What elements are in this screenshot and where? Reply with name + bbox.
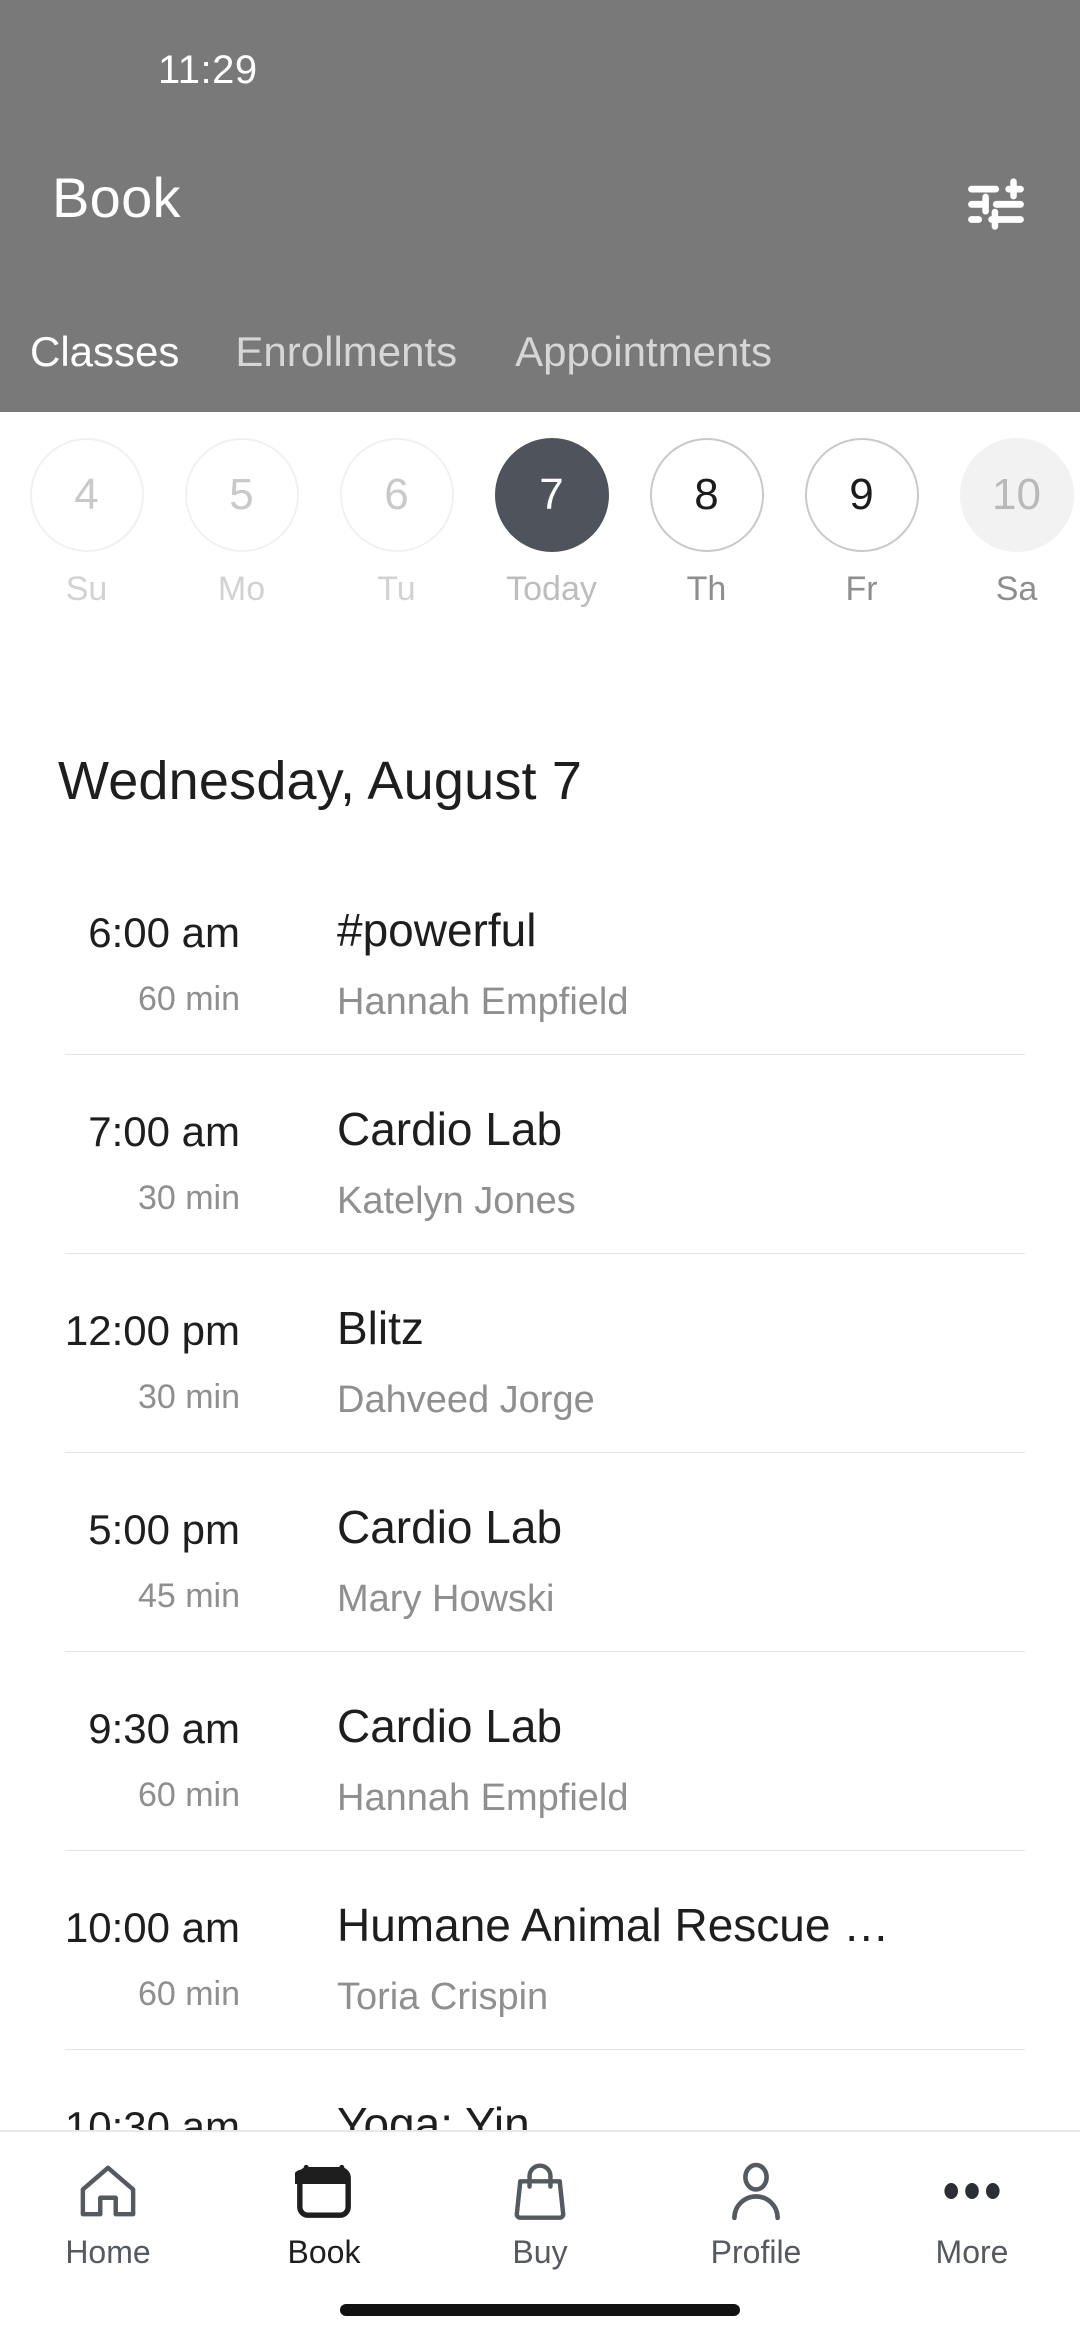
filter-sliders-icon <box>965 176 1027 232</box>
class-name: #powerful <box>337 904 537 956</box>
date-cell-9[interactable]: 9 Fr <box>784 438 939 609</box>
date-number: 8 <box>649 438 764 552</box>
date-weekday: Mo <box>217 570 266 608</box>
class-time: 10:00 am <box>64 1904 240 1951</box>
class-instructor: Katelyn Jones <box>337 1180 576 1222</box>
selected-day-heading: Wednesday, August 7 <box>58 751 583 811</box>
class-time: 5:00 pm <box>88 1506 240 1553</box>
home-icon <box>77 2158 139 2224</box>
class-name: Yoga: Yin <box>337 2098 530 2130</box>
class-name: Cardio Lab <box>337 1501 563 1553</box>
person-icon <box>726 2158 786 2224</box>
nav-label: More <box>935 2234 1009 2270</box>
nav-label: Profile <box>710 2234 802 2270</box>
class-duration: 60 min <box>137 980 240 1018</box>
class-list-item[interactable]: 12:00 pm 30 min Blitz Dahveed Jorge <box>0 1253 1080 1452</box>
class-list-item[interactable]: 7:00 am 30 min Cardio Lab Katelyn Jones <box>0 1054 1080 1253</box>
calendar-icon <box>295 2158 353 2224</box>
class-list-item[interactable]: 5:00 pm 45 min Cardio Lab Mary Howski <box>0 1452 1080 1651</box>
filter-button[interactable] <box>960 172 1032 236</box>
date-cell-6[interactable]: 6 Tu <box>319 438 474 609</box>
date-weekday: Su <box>65 570 108 608</box>
class-name: Cardio Lab <box>337 1700 563 1752</box>
app-header: 11:29 Book Classes Enrollments Appointme… <box>0 0 1080 412</box>
ellipsis-icon <box>942 2158 1002 2224</box>
class-instructor: Hannah Empfield <box>337 981 629 1023</box>
date-cell-7-selected[interactable]: 7 Today <box>474 438 629 609</box>
class-name: Humane Animal Rescue … <box>337 1899 890 1951</box>
date-strip-track: 4 Su 5 Mo 6 Tu 7 Today 8 Th 9 Fr 10 Sa <box>9 438 1080 609</box>
class-name: Cardio Lab <box>337 1103 563 1155</box>
nav-item-home[interactable]: Home <box>0 2132 216 2340</box>
class-list-item[interactable]: 10:30 am Yoga: Yin <box>0 2049 1080 2130</box>
date-number: 5 <box>184 438 299 552</box>
tab-bar: Classes Enrollments Appointments <box>0 292 1080 412</box>
nav-label: Home <box>65 2234 151 2270</box>
class-duration: 60 min <box>137 1776 240 1814</box>
class-instructor: Toria Crispin <box>337 1976 549 2018</box>
status-bar: 11:29 <box>0 0 1080 112</box>
class-list[interactable]: 6:00 am 60 min #powerful Hannah Empfield… <box>0 855 1080 2130</box>
tab-enrollments[interactable]: Enrollments <box>235 328 457 376</box>
date-number: 9 <box>804 438 919 552</box>
class-duration: 60 min <box>137 1975 240 2013</box>
shopping-bag-icon <box>511 2158 569 2224</box>
nav-label: Book <box>287 2234 361 2270</box>
home-indicator <box>340 2304 740 2316</box>
page-title: Book <box>52 166 181 229</box>
class-duration: 30 min <box>137 1378 240 1416</box>
class-list-item[interactable]: 10:00 am 60 min Humane Animal Rescue … T… <box>0 1850 1080 2049</box>
class-time: 12:00 pm <box>64 1307 240 1354</box>
class-time: 10:30 am <box>64 2103 240 2130</box>
date-cell-4[interactable]: 4 Su <box>9 438 164 609</box>
date-cell-8[interactable]: 8 Th <box>629 438 784 609</box>
class-duration: 30 min <box>137 1179 240 1217</box>
nav-item-more[interactable]: More <box>864 2132 1080 2340</box>
class-instructor: Dahveed Jorge <box>337 1379 595 1421</box>
class-instructor: Mary Howski <box>337 1578 555 1620</box>
date-weekday: Th <box>686 570 727 608</box>
date-number: 7 <box>494 438 609 552</box>
class-list-item[interactable]: 6:00 am 60 min #powerful Hannah Empfield <box>0 855 1080 1054</box>
class-instructor: Hannah Empfield <box>337 1777 629 1819</box>
date-weekday: Today <box>506 570 597 608</box>
date-weekday: Sa <box>995 570 1038 608</box>
date-cell-5[interactable]: 5 Mo <box>164 438 319 609</box>
class-time: 7:00 am <box>88 1108 240 1155</box>
bottom-navigation: Home Book Buy Profile More <box>0 2130 1080 2340</box>
date-number: 10 <box>959 438 1074 552</box>
class-time: 6:00 am <box>88 909 240 956</box>
date-strip[interactable]: 4 Su 5 Mo 6 Tu 7 Today 8 Th 9 Fr 10 Sa <box>0 412 1080 650</box>
class-name: Blitz <box>337 1302 424 1354</box>
nav-label: Buy <box>512 2234 568 2270</box>
status-bar-clock: 11:29 <box>158 48 258 92</box>
class-list-item[interactable]: 9:30 am 60 min Cardio Lab Hannah Empfiel… <box>0 1651 1080 1850</box>
tab-appointments[interactable]: Appointments <box>515 328 772 376</box>
tab-classes[interactable]: Classes <box>30 328 179 376</box>
date-number: 4 <box>29 438 144 552</box>
date-weekday: Tu <box>377 570 416 608</box>
class-duration: 45 min <box>137 1577 240 1615</box>
date-number: 6 <box>339 438 454 552</box>
date-weekday: Fr <box>845 570 878 608</box>
date-cell-10[interactable]: 10 Sa <box>939 438 1080 609</box>
class-time: 9:30 am <box>88 1705 240 1752</box>
